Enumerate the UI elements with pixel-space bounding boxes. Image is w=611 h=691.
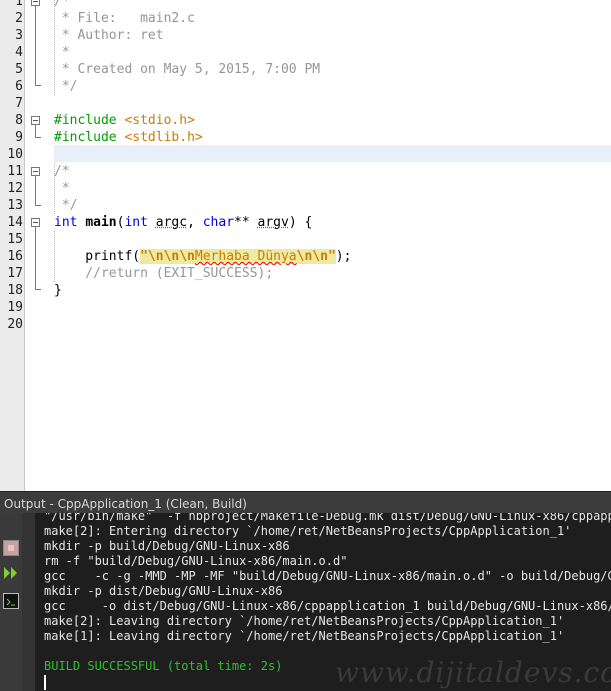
build-status: BUILD SUCCESSFUL (total time: 2s)	[44, 659, 283, 673]
code-line-5: * Created on May 5, 2015, 7:00 PM	[54, 62, 321, 77]
function-name: main	[85, 215, 117, 230]
param: argv	[257, 215, 289, 230]
output-line: make[1]: Leaving directory `/home/ret/Ne…	[44, 629, 565, 643]
terminal-icon[interactable]	[3, 593, 19, 609]
output-line: make[2]: Entering directory `/home/ret/N…	[44, 524, 572, 538]
output-line: mkdir -p dist/Debug/GNU-Linux-x86	[44, 584, 283, 598]
preprocessor: #include	[54, 113, 125, 128]
output-line: mkdir -p build/Debug/GNU-Linux-x86	[44, 539, 290, 553]
call-end: );	[335, 249, 352, 264]
line-number: 4	[15, 45, 23, 60]
escape: \n\n\n	[147, 249, 195, 264]
rerun-icon[interactable]	[3, 565, 19, 581]
keyword: char	[202, 215, 235, 230]
code-line-12: *	[54, 181, 70, 196]
output-console[interactable]: "/usr/bin/make" -f nbproject/Makefile-De…	[35, 513, 611, 691]
code-line-6: */	[54, 79, 78, 94]
code-line-16: printf("\n\n\nMerhaba Dünya\n\n");	[54, 248, 351, 265]
line-number: 12	[7, 181, 23, 196]
pointer: **	[234, 215, 258, 230]
line-number: 10	[7, 147, 23, 162]
text-cursor	[44, 675, 46, 690]
line-number: 18	[7, 283, 23, 298]
escape: \n\n	[296, 249, 328, 264]
fold-end	[35, 85, 41, 86]
code-editor[interactable]: 1 2 3 4 5 6 7 8 9 10 11 12 13 14 15 16 17 18 19 20 /* * Fil…	[0, 0, 611, 491]
code-line-2: * File: main2.c	[54, 11, 195, 26]
output-title[interactable]: Output - CppApplication_1 (Clean, Build)	[0, 491, 611, 513]
quote: "	[140, 249, 148, 264]
output-toolbar	[0, 513, 22, 691]
line-number: 20	[7, 317, 23, 332]
call: printf(	[54, 249, 141, 264]
watermark: www.dijitaldevs.com	[335, 656, 611, 689]
fold-toggle[interactable]	[31, 218, 40, 227]
output-panel: Output - CppApplication_1 (Clean, Build)…	[0, 491, 611, 691]
output-line: rm -f "build/Debug/GNU-Linux-x86/main.o.…	[44, 554, 348, 568]
code-line-8: #include <stdio.h>	[54, 112, 195, 129]
include-path: <stdlib.h>	[124, 130, 203, 145]
line-number: 8	[15, 113, 23, 128]
output-line: gcc -c -g -MMD -MP -MF "build/Debug/GNU-…	[44, 569, 611, 583]
line-number: 1	[15, 0, 23, 9]
output-line: gcc -o dist/Debug/GNU-Linux-x86/cppappli…	[44, 599, 611, 613]
brace: ) {	[288, 215, 313, 230]
code-line-11: /*	[54, 164, 70, 179]
fold-toggle[interactable]	[31, 167, 40, 176]
line-number: 11	[7, 164, 23, 179]
line-number: 15	[7, 232, 23, 247]
fold-toggle[interactable]	[31, 116, 40, 125]
code-line-18: }	[54, 283, 62, 298]
output-line: make[2]: Leaving directory `/home/ret/Ne…	[44, 614, 565, 628]
code-line-14: int main(int argc, char** argv) {	[54, 214, 312, 231]
fold-end	[35, 137, 41, 138]
include-path: <stdio.h>	[124, 113, 195, 128]
code-line-4: *	[54, 45, 70, 60]
line-number: 6	[15, 79, 23, 94]
fold-end	[35, 289, 41, 290]
code-line-9: #include <stdlib.h>	[54, 129, 203, 146]
line-number: 7	[15, 96, 23, 111]
fold-line	[35, 176, 36, 205]
line-number: 17	[7, 266, 23, 281]
line-number: 9	[15, 130, 23, 145]
fold-line	[35, 125, 36, 137]
current-line-highlight	[54, 145, 611, 162]
line-number: 16	[7, 249, 23, 264]
code-line-13: */	[54, 198, 78, 213]
preprocessor: #include	[54, 130, 125, 145]
spellcheck-text: Merhaba Dünya	[194, 249, 297, 264]
keyword: int	[124, 215, 156, 230]
output-separator	[22, 513, 35, 691]
output-line: "/usr/bin/make" -f nbproject/Makefile-De…	[44, 513, 611, 523]
quote: "	[327, 249, 336, 264]
line-number: 2	[15, 11, 23, 26]
fold-line	[35, 227, 36, 289]
line-number: 5	[15, 62, 23, 77]
fold-line	[35, 6, 36, 85]
line-number: 14	[7, 215, 23, 230]
line-number: 3	[15, 28, 23, 43]
fold-end	[35, 205, 41, 206]
keyword: int	[54, 215, 86, 230]
line-number: 19	[7, 300, 23, 315]
code-line-1: /*	[54, 0, 70, 9]
comma: ,	[187, 215, 203, 230]
string-literal: "\n\n\nMerhaba Dünya\n\n"	[140, 249, 336, 264]
code-line-17: //return (EXIT_SUCCESS);	[54, 266, 274, 281]
code-line-3: * Author: ret	[54, 28, 164, 43]
stop-icon[interactable]	[3, 540, 19, 556]
line-number: 13	[7, 198, 23, 213]
param: argc	[155, 215, 188, 230]
